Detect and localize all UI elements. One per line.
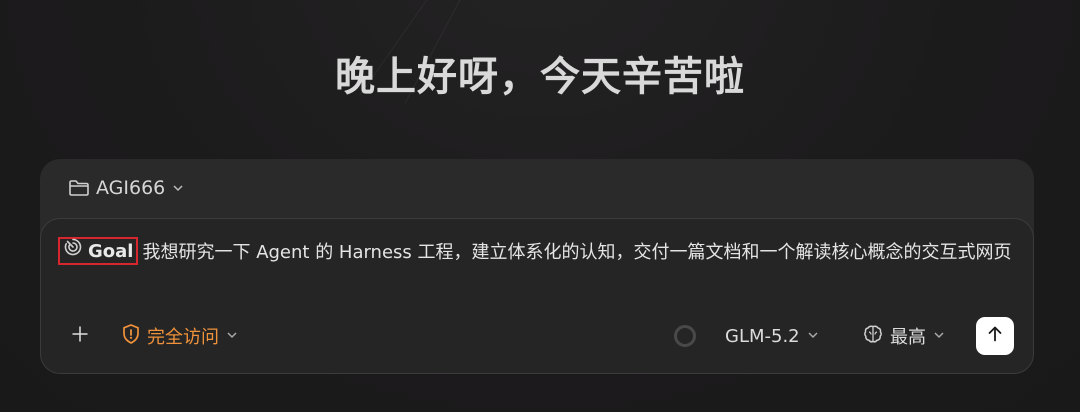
model-label: GLM-5.2: [725, 325, 800, 347]
workspace-selector[interactable]: AGI666: [68, 175, 185, 201]
chevron-down-icon: [932, 326, 946, 347]
access-mode-label: 完全访问: [147, 327, 219, 348]
context-usage-indicator[interactable]: [674, 325, 696, 347]
arrow-up-icon: [986, 325, 1004, 347]
goal-target-icon: [63, 236, 83, 267]
goal-chip[interactable]: Goal: [58, 236, 139, 267]
composer-card: AGI666 Goal 我想研究一下 Agent 的 Harness 工程，建立…: [40, 159, 1034, 374]
add-attachment-button[interactable]: [68, 324, 92, 348]
shield-icon: [121, 323, 141, 350]
plus-icon: [71, 325, 89, 347]
chevron-down-icon: [806, 326, 820, 347]
workspace-name: AGI666: [96, 177, 166, 199]
prompt-text: 我想研究一下 Agent 的 Harness 工程，建立体系化的认知，交付一篇文…: [142, 242, 1012, 263]
prompt-input-box[interactable]: Goal 我想研究一下 Agent 的 Harness 工程，建立体系化的认知，…: [40, 218, 1034, 374]
folder-icon: [68, 179, 90, 197]
chevron-down-icon: [225, 326, 239, 347]
prompt-input[interactable]: Goal 我想研究一下 Agent 的 Harness 工程，建立体系化的认知，…: [58, 237, 1018, 268]
model-selector[interactable]: GLM-5.2: [725, 323, 820, 349]
chevron-down-icon: [171, 181, 185, 195]
effort-label: 最高: [890, 327, 926, 348]
send-button[interactable]: [976, 317, 1014, 355]
greeting-title: 晚上好呀，今天辛苦啦: [335, 54, 745, 100]
access-mode-selector[interactable]: 完全访问: [121, 323, 239, 349]
composer-toolbar: 完全访问 GLM-5.2 最高: [41, 317, 1033, 355]
app-window: 晚上好呀，今天辛苦啦 AGI666 Goal 我想研究一下 Agent 的 Ha…: [0, 0, 1080, 412]
brain-icon: [862, 323, 884, 350]
reasoning-effort-selector[interactable]: 最高: [862, 323, 946, 349]
goal-label: Goal: [88, 240, 134, 262]
